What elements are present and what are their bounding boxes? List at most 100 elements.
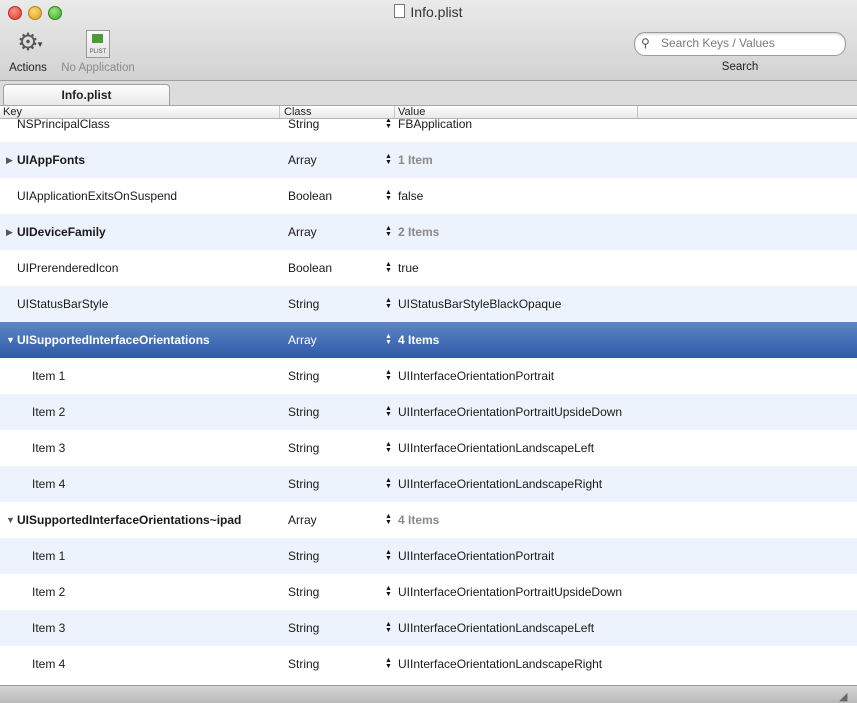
row-class[interactable]: Boolean bbox=[288, 178, 332, 214]
row-value[interactable]: FBApplication bbox=[398, 119, 472, 142]
table-row[interactable]: Item 1 String ▲ ▼ UIInterfaceOrientationP… bbox=[0, 358, 857, 394]
window-title: Info.plist bbox=[0, 4, 857, 20]
check-badge-icon bbox=[92, 34, 103, 43]
table-row[interactable]: Item 3 String ▲ ▼ UIInterfaceOrientationL… bbox=[0, 610, 857, 646]
stepper-icon[interactable]: ▲ ▼ bbox=[385, 189, 392, 202]
search-input[interactable] bbox=[661, 35, 837, 51]
column-header-key[interactable]: Key bbox=[3, 106, 22, 118]
row-value[interactable]: UIInterfaceOrientationPortraitUpsideDown bbox=[398, 394, 622, 430]
stepper-icon[interactable]: ▲ ▼ bbox=[385, 225, 392, 238]
row-value[interactable]: UIInterfaceOrientationPortrait bbox=[398, 538, 554, 574]
row-class[interactable]: Array bbox=[288, 214, 317, 250]
row-key: Item 1 bbox=[32, 369, 66, 383]
row-key: UIDeviceFamily bbox=[17, 225, 106, 239]
stepper-icon[interactable]: ▲ ▼ bbox=[385, 333, 392, 346]
row-key: Item 4 bbox=[32, 657, 66, 671]
row-key: NSPrincipalClass bbox=[17, 119, 110, 131]
disclosure-triangle-down-icon[interactable]: ▼ bbox=[6, 322, 15, 358]
actions-button[interactable]: ⚙ ▼ Actions bbox=[4, 29, 52, 75]
resize-grip-icon[interactable]: ◢ bbox=[839, 690, 853, 703]
table-row[interactable]: NSPrincipalClass String ▲ ▼ FBApplication bbox=[0, 119, 857, 142]
stepper-icon[interactable]: ▲ ▼ bbox=[385, 585, 392, 598]
row-value[interactable]: UIInterfaceOrientationLandscapeRight bbox=[398, 646, 602, 682]
table-row[interactable]: Item 1 String ▲ ▼ UIInterfaceOrientationP… bbox=[0, 538, 857, 574]
table-row[interactable]: Item 2 String ▲ ▼ UIInterfaceOrientationP… bbox=[0, 574, 857, 610]
plist-outline: NSPrincipalClass String ▲ ▼ FBApplication… bbox=[0, 119, 857, 685]
tab-info-plist[interactable]: Info.plist bbox=[3, 84, 170, 105]
row-value: 4 Items bbox=[398, 513, 440, 527]
row-class[interactable]: Boolean bbox=[288, 250, 332, 286]
row-key: UIAppFonts bbox=[17, 153, 85, 167]
row-class[interactable]: Array bbox=[288, 322, 317, 358]
stepper-icon[interactable]: ▲ ▼ bbox=[385, 621, 392, 634]
gear-icon: ⚙ ▼ bbox=[17, 29, 44, 56]
stepper-icon[interactable]: ▲ ▼ bbox=[385, 549, 392, 562]
table-row[interactable]: ▶ UIDeviceFamily Array ▲ ▼ 2 Items bbox=[0, 214, 857, 250]
no-application-label: No Application bbox=[61, 62, 135, 74]
stepper-icon[interactable]: ▲ ▼ bbox=[385, 261, 392, 274]
row-value[interactable]: UIInterfaceOrientationLandscapeLeft bbox=[398, 430, 594, 466]
stepper-icon[interactable]: ▲ ▼ bbox=[385, 369, 392, 382]
stepper-icon[interactable]: ▲ ▼ bbox=[385, 297, 392, 310]
table-row[interactable]: UIPrerenderedIcon Boolean ▲ ▼ true bbox=[0, 250, 857, 286]
column-header-class[interactable]: Class bbox=[284, 106, 312, 118]
row-class[interactable]: String bbox=[288, 646, 319, 682]
stepper-icon[interactable]: ▲ ▼ bbox=[385, 405, 392, 418]
dropdown-caret-icon: ▼ bbox=[36, 40, 44, 49]
row-class[interactable]: Array bbox=[288, 142, 317, 178]
row-class[interactable]: String bbox=[288, 394, 319, 430]
row-value[interactable]: UIInterfaceOrientationLandscapeLeft bbox=[398, 610, 594, 646]
table-row[interactable]: UIApplicationExitsOnSuspend Boolean ▲ ▼ f… bbox=[0, 178, 857, 214]
row-value[interactable]: UIInterfaceOrientationPortrait bbox=[398, 358, 554, 394]
disclosure-triangle-right-icon[interactable]: ▶ bbox=[6, 142, 13, 178]
actions-label: Actions bbox=[9, 62, 47, 74]
column-divider[interactable] bbox=[279, 106, 280, 118]
column-divider[interactable] bbox=[637, 106, 638, 118]
row-value[interactable]: false bbox=[398, 178, 423, 214]
row-class[interactable]: String bbox=[288, 286, 319, 322]
row-class[interactable]: Array bbox=[288, 502, 317, 538]
row-class[interactable]: String bbox=[288, 430, 319, 466]
row-value[interactable]: UIInterfaceOrientationLandscapeRight bbox=[398, 466, 602, 502]
row-value: 1 Item bbox=[398, 153, 433, 167]
search-field[interactable]: ⚲ bbox=[634, 32, 846, 56]
row-key: Item 3 bbox=[32, 621, 66, 635]
table-row[interactable]: Item 2 String ▲ ▼ UIInterfaceOrientationP… bbox=[0, 394, 857, 430]
row-class[interactable]: String bbox=[288, 119, 319, 142]
row-key: UIApplicationExitsOnSuspend bbox=[17, 189, 178, 203]
table-row[interactable]: Item 3 String ▲ ▼ UIInterfaceOrientationL… bbox=[0, 430, 857, 466]
row-class[interactable]: String bbox=[288, 574, 319, 610]
row-key: Item 2 bbox=[32, 405, 66, 419]
row-class[interactable]: String bbox=[288, 358, 319, 394]
stepper-icon[interactable]: ▲ ▼ bbox=[385, 153, 392, 166]
table-row[interactable]: Item 4 String ▲ ▼ UIInterfaceOrientationL… bbox=[0, 646, 857, 682]
tab-bar: Info.plist bbox=[0, 81, 857, 106]
stepper-icon[interactable]: ▲ ▼ bbox=[385, 441, 392, 454]
row-value[interactable]: true bbox=[398, 250, 419, 286]
table-row[interactable]: Item 4 String ▲ ▼ UIInterfaceOrientationL… bbox=[0, 466, 857, 502]
no-application-button[interactable]: PLIST No Application bbox=[56, 30, 140, 74]
column-header-value[interactable]: Value bbox=[398, 106, 425, 118]
row-class[interactable]: String bbox=[288, 538, 319, 574]
toolbar: Info.plist ⚙ ▼ Actions PLIST No Applicati… bbox=[0, 0, 857, 81]
stepper-icon[interactable]: ▲ ▼ bbox=[385, 477, 392, 490]
table-row[interactable]: ▼ UISupportedInterfaceOrientations~ipad … bbox=[0, 502, 857, 538]
stepper-icon[interactable]: ▲ ▼ bbox=[385, 513, 392, 526]
table-row-selected[interactable]: ▼ UISupportedInterfaceOrientations Array… bbox=[0, 322, 857, 358]
row-value[interactable]: UIInterfaceOrientationPortraitUpsideDown bbox=[398, 574, 622, 610]
row-value[interactable]: UIStatusBarStyleBlackOpaque bbox=[398, 286, 561, 322]
bottom-bar: ◢ bbox=[0, 685, 857, 703]
row-class[interactable]: String bbox=[288, 466, 319, 502]
disclosure-triangle-right-icon[interactable]: ▶ bbox=[6, 214, 13, 250]
column-divider[interactable] bbox=[394, 106, 395, 118]
search-icon: ⚲ bbox=[641, 36, 650, 50]
disclosure-triangle-down-icon[interactable]: ▼ bbox=[6, 502, 15, 538]
table-row[interactable]: UIStatusBarStyle String ▲ ▼ UIStatusBarSt… bbox=[0, 286, 857, 322]
table-row[interactable]: ▶ UIAppFonts Array ▲ ▼ 1 Item bbox=[0, 142, 857, 178]
stepper-icon[interactable]: ▲ ▼ bbox=[385, 657, 392, 670]
stepper-icon[interactable]: ▲ ▼ bbox=[385, 119, 392, 130]
row-key: Item 3 bbox=[32, 441, 66, 455]
row-key: UIStatusBarStyle bbox=[17, 297, 109, 311]
row-class[interactable]: String bbox=[288, 610, 319, 646]
row-value: 2 Items bbox=[398, 225, 440, 239]
